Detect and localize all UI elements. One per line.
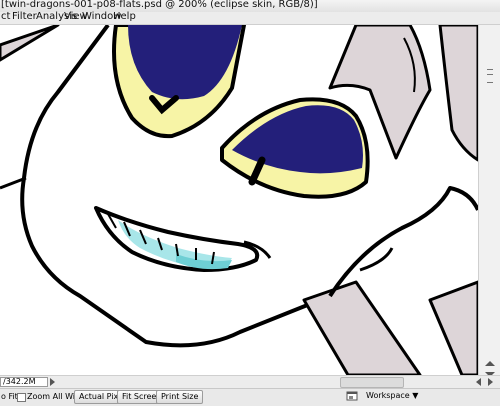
left-horn: [0, 25, 60, 62]
menu-bar: ct Filter Analysis View Window Help: [0, 11, 500, 25]
print-size-button[interactable]: Print Size: [156, 390, 204, 404]
right-ear-outline: [328, 186, 478, 298]
options-bar: o Fit Zoom All Windows Actual Pixels Fit…: [0, 388, 500, 406]
scroll-grip-icon[interactable]: [487, 69, 493, 83]
scroll-up-arrow-icon[interactable]: [485, 361, 495, 366]
scroll-left-arrow-icon[interactable]: [476, 378, 481, 386]
document-canvas[interactable]: [0, 25, 478, 375]
scroll-right-arrow-icon[interactable]: [488, 378, 493, 386]
lower-horn: [302, 280, 422, 375]
menu-select[interactable]: ct: [1, 11, 10, 22]
artwork: [0, 25, 478, 375]
horizontal-scrollbar[interactable]: /342.2M: [0, 375, 500, 388]
workspace-menu[interactable]: Workspace ▼: [366, 391, 418, 400]
horizontal-scroll-thumb[interactable]: [340, 377, 404, 388]
ear-curl: [359, 247, 394, 272]
document-title: [twin-dragons-001-p08-flats.psd @ 200% (…: [1, 0, 318, 10]
zoom-field[interactable]: /342.2M: [0, 377, 48, 387]
vertical-scrollbar[interactable]: [478, 25, 500, 383]
workspace-icon[interactable]: [346, 391, 358, 402]
zoom-all-windows-checkbox[interactable]: [17, 393, 26, 402]
lower-horn-2: [428, 280, 478, 375]
status-menu-arrow-icon[interactable]: [50, 378, 55, 386]
right-horn-far: [438, 25, 478, 162]
fit-label: o Fit: [1, 392, 18, 401]
menu-filter[interactable]: Filter: [12, 11, 37, 22]
menu-help[interactable]: Help: [113, 11, 136, 22]
